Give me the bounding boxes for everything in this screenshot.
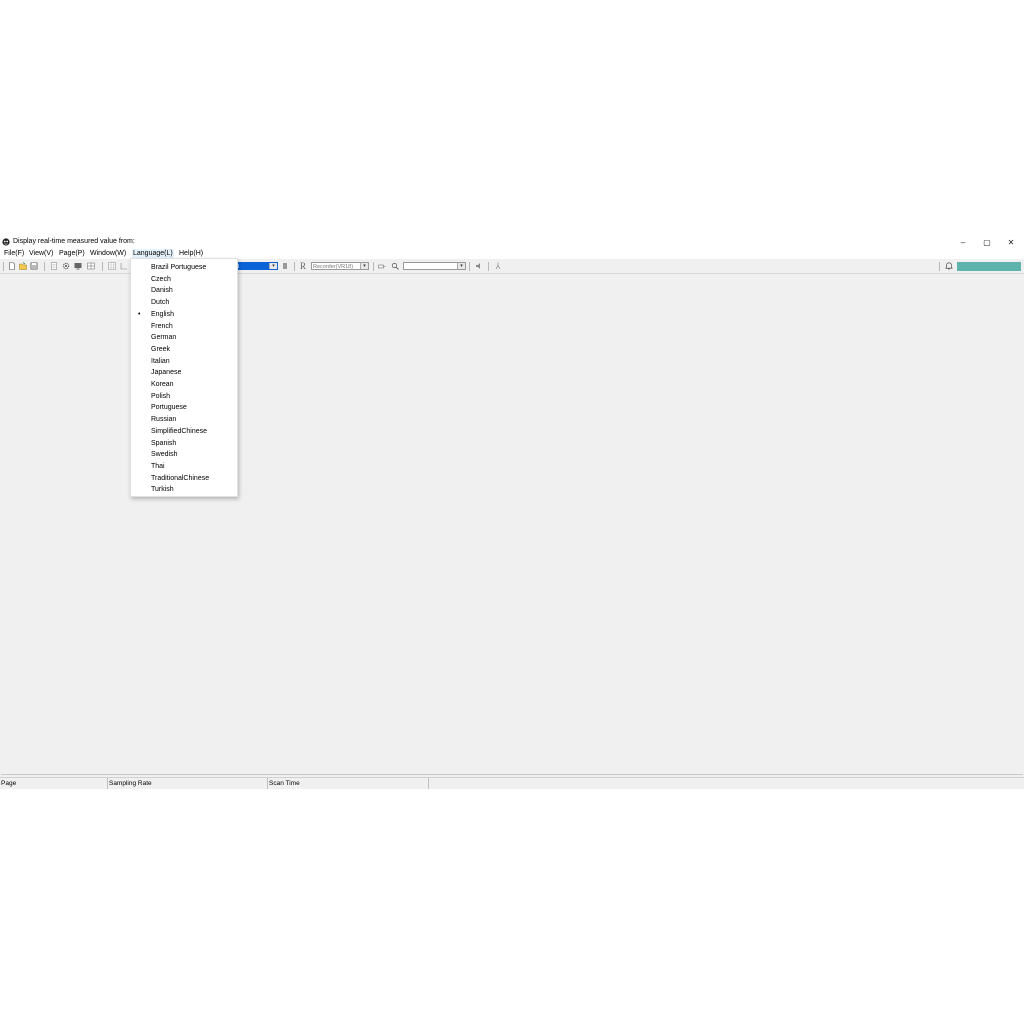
selected-bullet-icon: • — [138, 310, 141, 318]
toolbar-separator — [102, 262, 103, 271]
language-option-thai[interactable]: Thai — [131, 461, 237, 473]
language-option-brazil-portuguese[interactable]: Brazil Portuguese — [131, 262, 237, 274]
menu-help[interactable]: Help(H) — [178, 249, 204, 258]
monitor-icon[interactable] — [74, 262, 82, 270]
language-option-korean[interactable]: Korean — [131, 379, 237, 391]
language-option-czech[interactable]: Czech — [131, 274, 237, 286]
stop-icon[interactable] — [281, 262, 289, 270]
chevron-down-icon[interactable]: ▾ — [269, 263, 277, 269]
minimize-icon: – — [960, 237, 966, 247]
menu-view[interactable]: View(V) — [28, 249, 54, 258]
toolbar-separator — [939, 262, 940, 271]
language-option-russian[interactable]: Russian — [131, 414, 237, 426]
language-option-german[interactable]: German — [131, 332, 237, 344]
close-button[interactable]: ✕ — [999, 236, 1023, 248]
status-sampling-rate: Sampling Rate — [108, 778, 268, 789]
mode-combo[interactable]: rd ▾ — [232, 262, 278, 270]
status-page: Page — [0, 778, 108, 789]
toolbar-separator — [373, 262, 374, 271]
save-icon[interactable] — [30, 262, 38, 270]
speaker-icon[interactable] — [475, 262, 483, 270]
language-option-greek[interactable]: Greek — [131, 344, 237, 356]
menu-language[interactable]: Language(L) — [132, 249, 174, 258]
toolbar-separator — [3, 262, 4, 271]
status-indicator-bar — [957, 262, 1021, 271]
toolbar-separator — [488, 262, 489, 271]
language-option-portuguese[interactable]: Portuguese — [131, 402, 237, 414]
toolbar-separator — [44, 262, 45, 271]
search-device-icon[interactable] — [391, 262, 399, 270]
status-scan-time: Scan Time — [268, 778, 429, 789]
language-option-french[interactable]: French — [131, 321, 237, 333]
chevron-down-icon[interactable]: ▾ — [457, 263, 465, 269]
toolbar-separator — [294, 262, 295, 271]
recorder-r-icon[interactable]: R — [300, 261, 306, 271]
restore-button[interactable]: ▢ — [975, 236, 999, 248]
chart-view-icon[interactable] — [120, 262, 128, 270]
language-option-japanese[interactable]: Japanese — [131, 367, 237, 379]
menu-page[interactable]: Page(P) — [58, 249, 86, 258]
run-icon[interactable] — [494, 262, 502, 270]
window-title: Display real-time measured value from: — [13, 238, 135, 245]
open-folder-icon[interactable] — [19, 262, 27, 270]
document-icon[interactable] — [50, 262, 58, 270]
language-option-italian[interactable]: Italian — [131, 356, 237, 368]
language-dropdown-menu: Brazil Portuguese Czech Danish Dutch • En… — [130, 258, 238, 497]
minimize-button[interactable]: – — [951, 236, 975, 248]
app-logo-icon — [2, 238, 10, 246]
close-icon: ✕ — [1007, 237, 1015, 247]
recorder-combo[interactable]: Recorder(VR18) ▾ — [311, 262, 369, 270]
language-option-swedish[interactable]: Swedish — [131, 449, 237, 461]
language-option-traditional-chinese[interactable]: TraditionalChinese — [131, 473, 237, 485]
language-option-turkish[interactable]: Turkish — [131, 484, 237, 496]
layout-grid-icon[interactable] — [87, 262, 95, 270]
language-option-spanish[interactable]: Spanish — [131, 438, 237, 450]
alarm-bell-icon[interactable] — [945, 262, 953, 270]
chevron-down-icon[interactable]: ▾ — [360, 263, 368, 269]
connect-icon[interactable] — [378, 262, 386, 270]
table-view-icon[interactable] — [108, 262, 116, 270]
title-bar[interactable]: Display real-time measured value from: –… — [0, 236, 1024, 248]
settings-gear-icon[interactable] — [62, 262, 70, 270]
language-option-danish[interactable]: Danish — [131, 285, 237, 297]
new-file-icon[interactable] — [8, 262, 16, 270]
device-combo[interactable]: ▾ — [403, 262, 466, 270]
language-option-dutch[interactable]: Dutch — [131, 297, 237, 309]
menu-window[interactable]: Window(W) — [89, 249, 127, 258]
toolbar-separator — [469, 262, 470, 271]
status-bar: Page Sampling Rate Scan Time — [0, 777, 1024, 789]
language-option-english[interactable]: • English — [131, 309, 237, 321]
language-option-simplified-chinese[interactable]: SimplifiedChinese — [131, 426, 237, 438]
language-option-polish[interactable]: Polish — [131, 391, 237, 403]
status-extra — [429, 778, 1024, 789]
recorder-combo-value: Recorder(VR18) — [313, 264, 354, 270]
menu-file[interactable]: File(F) — [3, 249, 25, 258]
restore-icon: ▢ — [983, 237, 991, 247]
